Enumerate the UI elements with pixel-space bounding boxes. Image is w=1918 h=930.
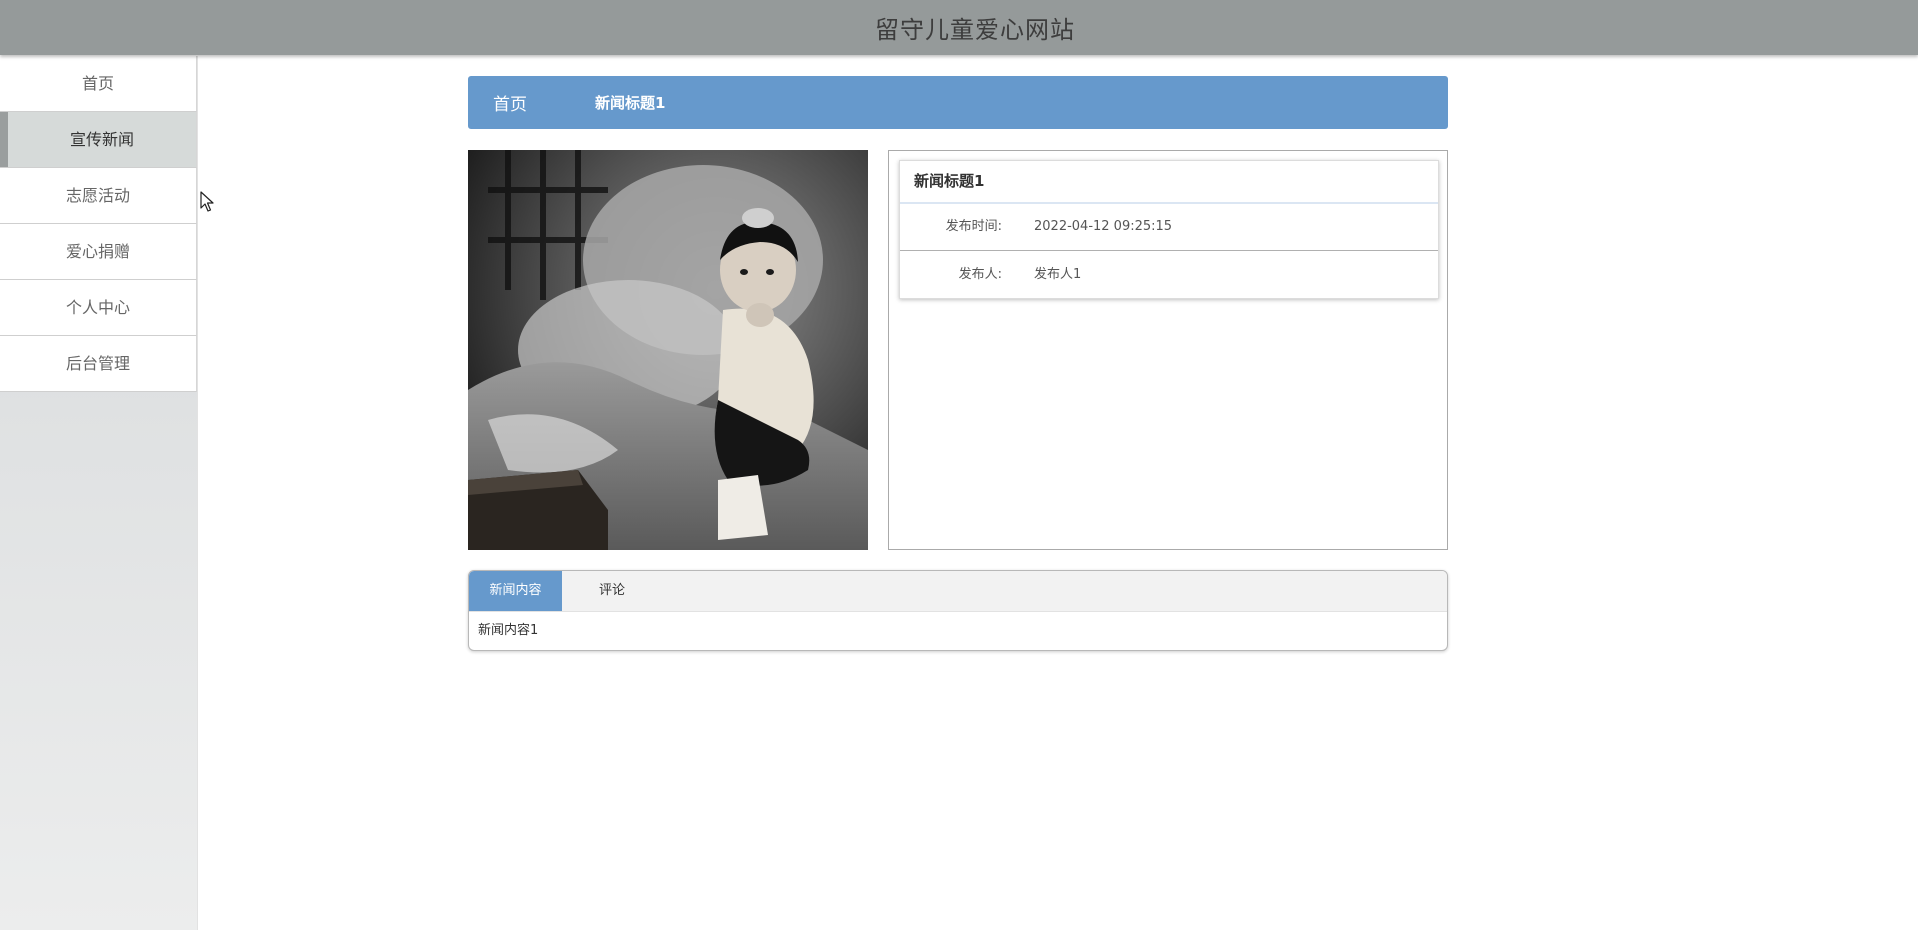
tab-news-content[interactable]: 新闻内容 [469, 571, 562, 611]
publisher-label: 发布人: [958, 267, 1002, 282]
news-info-card: 新闻标题1 发布时间: 2022-04-12 09:25:15 发布人: 发布人… [899, 160, 1439, 299]
news-content-text: 新闻内容1 [478, 623, 539, 638]
sidebar-nav: 首页 宣传新闻 志愿活动 爱心捐赠 个人中心 后台管理 [0, 56, 197, 392]
sidebar-item-profile[interactable]: 个人中心 [0, 280, 197, 336]
sidebar-item-donation[interactable]: 爱心捐赠 [0, 224, 197, 280]
sidebar: 首页 宣传新闻 志愿活动 爱心捐赠 个人中心 后台管理 [0, 56, 198, 930]
breadcrumb-home-link[interactable]: 首页 [493, 90, 527, 115]
sidebar-item-home[interactable]: 首页 [0, 56, 197, 112]
site-title: 留守儿童爱心网站 [875, 16, 1075, 44]
news-tabs-panel: 新闻内容 评论 新闻内容1 [468, 570, 1448, 651]
news-photo-image [468, 150, 868, 550]
publish-time-value: 2022-04-12 09:25:15 [1034, 219, 1173, 234]
news-info-panel: 新闻标题1 发布时间: 2022-04-12 09:25:15 发布人: 发布人… [888, 150, 1448, 550]
breadcrumb-current: 新闻标题1 [595, 94, 666, 112]
site-header: 留守儿童爱心网站 [0, 0, 1918, 55]
publisher-value: 发布人1 [1034, 267, 1082, 282]
breadcrumb: 首页 新闻标题1 [468, 76, 1448, 129]
tabs-bar: 新闻内容 评论 [469, 571, 1447, 612]
publish-time-row: 发布时间: 2022-04-12 09:25:15 [900, 204, 1438, 251]
publish-time-label: 发布时间: [945, 219, 1002, 234]
publisher-row: 发布人: 发布人1 [900, 251, 1438, 298]
tab-comments[interactable]: 评论 [562, 571, 662, 611]
mouse-cursor-icon [200, 191, 214, 212]
sidebar-item-volunteer[interactable]: 志愿活动 [0, 168, 197, 224]
news-title: 新闻标题1 [900, 161, 1438, 204]
news-photo [468, 150, 868, 550]
sidebar-item-admin[interactable]: 后台管理 [0, 336, 197, 392]
sidebar-item-news[interactable]: 宣传新闻 [0, 112, 197, 168]
